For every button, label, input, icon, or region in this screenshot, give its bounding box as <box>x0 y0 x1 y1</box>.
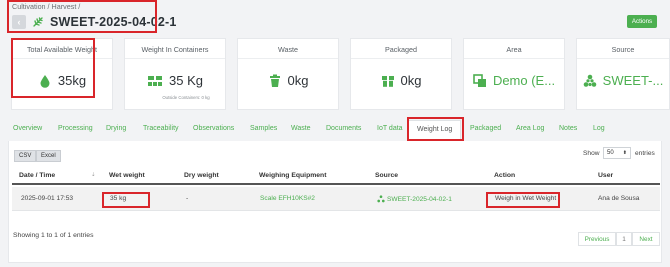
card-subtext: Outside Containers: 0 kg <box>162 95 210 100</box>
cell-equipment-link[interactable]: Scale EFH10KS#2 <box>260 195 315 202</box>
cell-wet-weight: 35 kg <box>110 195 127 202</box>
sort-desc-icon[interactable]: ⇣ <box>91 172 96 178</box>
table-header: Date / Time ⇣ Wet weight Dry weight Weig… <box>12 169 660 185</box>
cell-action: Weigh in Wet Weight <box>495 195 557 202</box>
tab-overview[interactable]: Overview <box>13 125 42 132</box>
column-header[interactable]: Date / Time <box>19 172 55 179</box>
card-total-available-weight: Total Available Weight 35kg <box>11 38 113 110</box>
csv-button[interactable]: CSV <box>14 150 37 162</box>
card-title: Weight In Containers <box>141 45 209 54</box>
leaf-icon <box>33 17 43 27</box>
tab-processing[interactable]: Processing <box>58 125 93 132</box>
show-label: Show <box>583 150 600 157</box>
column-header[interactable]: Wet weight <box>109 172 145 179</box>
column-header[interactable]: User <box>598 172 613 179</box>
card-value: Demo (E... <box>492 73 556 88</box>
entries-label: entries <box>635 150 655 157</box>
drop-icon <box>40 74 50 88</box>
tab-bar: Overview Processing Drying Traceability … <box>8 118 662 142</box>
source-icon <box>583 74 596 87</box>
cell-source-link[interactable]: SWEET-2025-04-02-1 <box>377 195 452 203</box>
chevron-left-icon[interactable]: ‹ <box>12 15 26 29</box>
card-weight-in-containers: Weight In Containers 35 Kg Outside Conta… <box>124 38 226 110</box>
tab-notes[interactable]: Notes <box>559 125 577 132</box>
tab-observations[interactable]: Observations <box>193 125 234 132</box>
title-row: ‹ SWEET-2025-04-02-1 <box>12 13 177 31</box>
chevron-down-icon: ⬍ <box>622 150 627 156</box>
trash-icon <box>269 74 280 87</box>
pagination-next[interactable]: Next <box>632 232 660 246</box>
card-waste: Waste 0kg <box>237 38 339 110</box>
column-header[interactable]: Source <box>375 172 398 179</box>
card-value: SWEET-... <box>602 73 664 88</box>
card-value: 35kg <box>57 73 87 88</box>
entries-select[interactable]: 50 ⬍ <box>603 147 631 159</box>
breadcrumb[interactable]: Cultivation / Harvest / <box>12 2 80 11</box>
tab-weight-log[interactable]: Weight Log <box>408 120 462 142</box>
weight-log-panel: CSV Excel Show 50 ⬍ entries Date / Time … <box>8 141 662 263</box>
column-header[interactable]: Dry weight <box>184 172 219 179</box>
tab-drying[interactable]: Drying <box>106 125 126 132</box>
excel-button[interactable]: Excel <box>36 150 61 162</box>
card-title: Waste <box>277 45 299 54</box>
tab-documents[interactable]: Documents <box>326 125 361 132</box>
pagination-page[interactable]: 1 <box>616 232 632 246</box>
card-source[interactable]: Source SWEET-... <box>576 38 670 110</box>
tab-area-log[interactable]: Area Log <box>516 125 544 132</box>
tab-iot-data[interactable]: IoT data <box>377 125 403 132</box>
source-icon <box>377 195 385 203</box>
card-title: Packaged <box>385 45 417 54</box>
entries-select-value: 50 <box>607 150 614 156</box>
actions-button[interactable]: Actions <box>627 15 657 28</box>
cell-user: Ana de Sousa <box>598 195 640 202</box>
cell-dry-weight: - <box>186 195 189 202</box>
card-area[interactable]: Area Demo (E... <box>463 38 565 110</box>
pagination-previous[interactable]: Previous <box>578 232 616 246</box>
tab-log[interactable]: Log <box>593 125 605 132</box>
containers-icon <box>148 75 162 86</box>
table-info: Showing 1 to 1 of 1 entries <box>13 232 94 239</box>
cell-date: 2025-09-01 17:53 <box>21 195 74 202</box>
tab-waste[interactable]: Waste <box>291 125 311 132</box>
card-value: 35 Kg <box>169 73 203 88</box>
card-value: 0kg <box>400 73 422 88</box>
cell-source-text: SWEET-2025-04-02-1 <box>387 195 452 203</box>
package-icon <box>381 75 394 87</box>
tab-traceability[interactable]: Traceability <box>143 125 179 132</box>
page-title: SWEET-2025-04-02-1 <box>50 15 177 29</box>
tab-samples[interactable]: Samples <box>250 125 277 132</box>
card-title: Area <box>506 45 522 54</box>
table-row: 2025-09-01 17:53 35 kg - Scale EFH10KS#2… <box>12 187 660 211</box>
column-header[interactable]: Action <box>494 172 515 179</box>
area-icon <box>473 73 486 87</box>
card-value: 0kg <box>287 73 309 88</box>
card-title: Total Available Weight <box>26 45 98 54</box>
tab-packaged[interactable]: Packaged <box>470 125 501 132</box>
card-packaged: Packaged 0kg <box>350 38 452 110</box>
card-title: Source <box>611 45 635 54</box>
column-header[interactable]: Weighing Equipment <box>259 172 326 179</box>
